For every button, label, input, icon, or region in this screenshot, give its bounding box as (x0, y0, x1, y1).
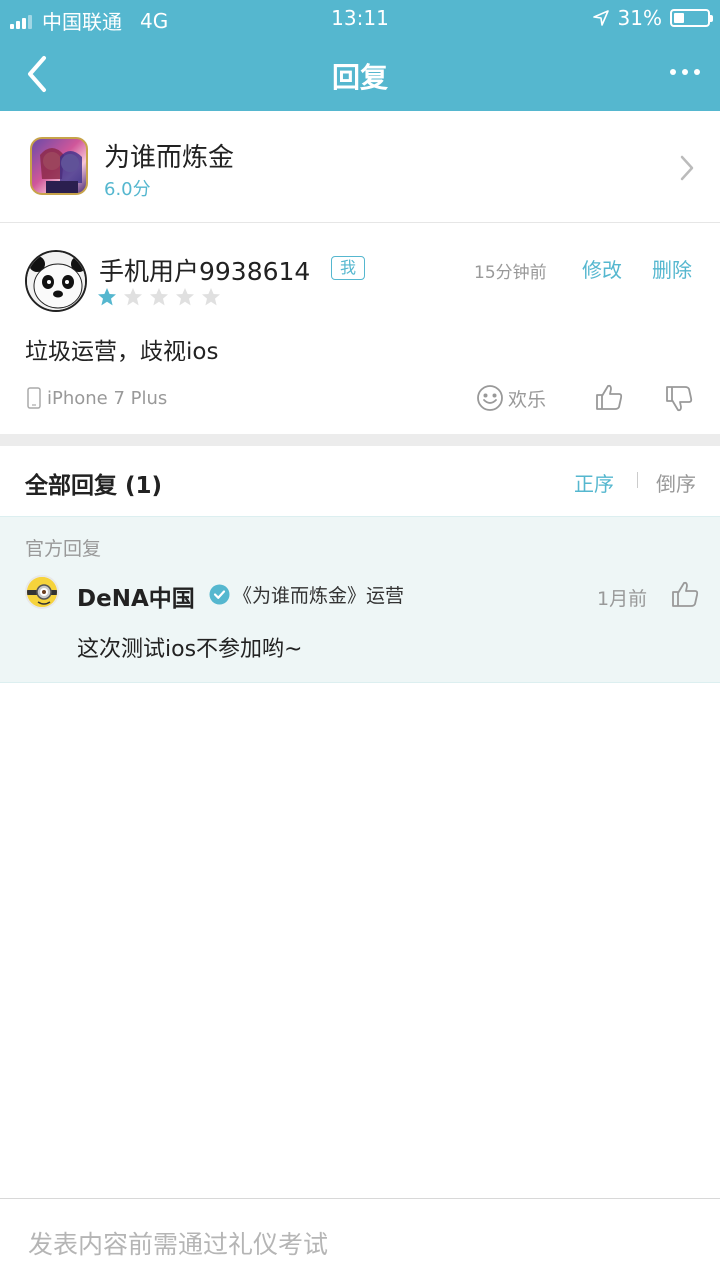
sort-asc-button[interactable]: 正序 (574, 468, 614, 497)
review-card: 手机用户9938614 我 15分钟前 修改 删除 垃圾运营，歧视ios iPh… (0, 224, 720, 434)
star-empty-icon (176, 288, 194, 306)
reply-time: 1月前 (597, 588, 648, 610)
minion-avatar-icon (27, 577, 57, 607)
official-reply: 官方回复 DeNA中国 《为谁而炼金》运营 1月前 这次测试ios不参加哟~ (0, 516, 720, 683)
status-right: 31% (592, 6, 713, 30)
thumbs-up-icon[interactable] (594, 382, 624, 412)
phone-icon (27, 387, 41, 409)
status-bar: 中国联通 4G 13:11 31% (0, 0, 720, 36)
reply-text: 这次测试ios不参加哟~ (77, 637, 303, 662)
verified-badge-icon (209, 584, 230, 605)
replies-title: 全部回复 (1) (25, 473, 163, 499)
battery-percent: 31% (617, 6, 662, 30)
star-empty-icon (150, 288, 168, 306)
official-reply-label: 官方回复 (25, 538, 102, 560)
location-arrow-icon (592, 10, 609, 26)
mood-label: 欢乐 (508, 388, 547, 411)
delete-button[interactable]: 删除 (652, 254, 692, 283)
star-filled-icon (98, 288, 116, 306)
star-empty-icon (202, 288, 220, 306)
more-dots-icon[interactable] (660, 60, 700, 84)
sort-separator (637, 472, 638, 488)
chevron-right-icon[interactable] (674, 151, 700, 185)
device-label: iPhone 7 Plus (47, 387, 168, 409)
comment-input[interactable]: 发表内容前需通过礼仪考试 (28, 1225, 328, 1261)
page-title: 回复 (331, 61, 388, 94)
app-score: 6.0分 (104, 179, 151, 200)
battery-icon (670, 9, 713, 27)
app-name: 为谁而炼金 (104, 143, 235, 173)
replies-header: 全部回复 (1) 正序 倒序 (0, 446, 720, 516)
comment-composer[interactable]: 发表内容前需通过礼仪考试 (0, 1198, 720, 1280)
edit-button[interactable]: 修改 (582, 254, 622, 283)
mood-button[interactable]: 欢乐 (476, 384, 546, 412)
username[interactable]: 手机用户9938614 (99, 252, 310, 288)
developer-role: 《为谁而炼金》运营 (233, 585, 405, 607)
sort-desc-button[interactable]: 倒序 (656, 468, 696, 497)
developer-name[interactable]: DeNA中国 (77, 579, 195, 613)
thumbs-up-icon[interactable] (670, 579, 700, 609)
avatar[interactable] (25, 250, 87, 312)
review-text: 垃圾运营，歧视ios (25, 339, 219, 365)
me-badge: 我 (331, 256, 366, 280)
smiley-icon (477, 385, 503, 411)
app-icon-art (40, 148, 82, 193)
section-divider (0, 434, 720, 446)
device-info: iPhone 7 Plus (27, 387, 167, 409)
panda-avatar-icon (27, 252, 85, 310)
rating-stars (97, 287, 221, 307)
thumbs-down-icon[interactable] (664, 384, 694, 414)
top-bar: 中国联通 4G 13:11 31% 回复 (0, 0, 720, 111)
app-row[interactable]: 为谁而炼金 6.0分 (0, 111, 720, 223)
star-empty-icon (124, 288, 142, 306)
app-icon (30, 137, 88, 195)
developer-avatar[interactable] (25, 575, 59, 609)
review-time: 15分钟前 (474, 263, 547, 283)
